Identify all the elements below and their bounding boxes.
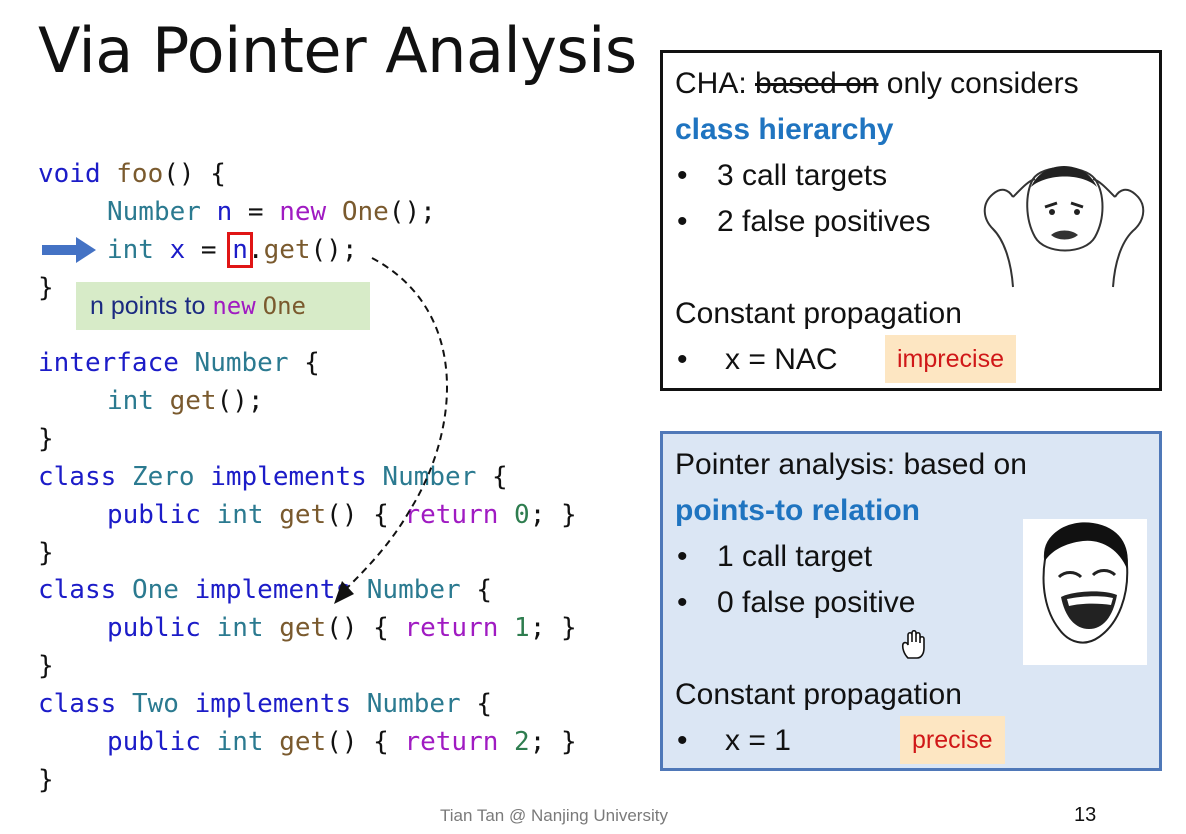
code-line-interface-method: int get(); bbox=[107, 382, 264, 420]
dispatch-arrow-icon bbox=[334, 257, 448, 604]
code-class-two-header: class Two implements Number { bbox=[38, 689, 492, 719]
code-line-1: void foo() { bbox=[38, 155, 226, 193]
slide-footer: Tian Tan @ Nanjing University bbox=[440, 806, 668, 825]
code-text: . bbox=[247, 235, 264, 265]
code-keyword: class bbox=[38, 575, 117, 605]
code-class: Two bbox=[131, 689, 179, 719]
cha-cp-title: Constant propagation bbox=[675, 297, 962, 330]
code-text: { bbox=[288, 348, 320, 378]
code-function: foo bbox=[116, 159, 164, 189]
code-keyword: implements bbox=[194, 689, 352, 719]
code-function: get bbox=[279, 727, 327, 757]
code-keyword: interface bbox=[38, 348, 179, 378]
code-class-zero-close: } bbox=[38, 538, 54, 568]
pointer-analysis-box: Pointer analysis: based on points-to rel… bbox=[660, 431, 1162, 771]
cha-struck-text: based on bbox=[755, 67, 879, 100]
code-number: 2 bbox=[514, 727, 530, 757]
pta-bullet-text: 0 false positive bbox=[717, 586, 916, 619]
code-class: Zero bbox=[131, 462, 195, 492]
code-type: Number bbox=[366, 689, 461, 719]
code-type: int bbox=[216, 613, 264, 643]
code-keyword: return bbox=[404, 727, 499, 757]
code-keyword: public bbox=[107, 727, 201, 757]
imprecise-badge: imprecise bbox=[885, 335, 1016, 383]
code-type: int bbox=[216, 727, 264, 757]
bullet-icon: • bbox=[677, 159, 688, 192]
cha-box: CHA: based on only considers class hiera… bbox=[660, 50, 1162, 391]
code-type: int bbox=[107, 235, 154, 265]
laughing-face-icon bbox=[1023, 519, 1147, 665]
bullet-icon: • bbox=[677, 343, 688, 376]
pta-label: Pointer analysis: based on bbox=[675, 448, 1027, 481]
code-keyword: public bbox=[107, 500, 201, 530]
code-class-two-close: } bbox=[38, 765, 54, 795]
page-number: 13 bbox=[1074, 804, 1097, 826]
current-line-arrow-icon bbox=[42, 237, 96, 263]
code-text: () { bbox=[163, 159, 226, 189]
code-type: int bbox=[107, 386, 154, 416]
note-class: One bbox=[262, 292, 306, 320]
bullet-icon: • bbox=[677, 540, 688, 573]
frustrated-face-icon bbox=[983, 166, 1145, 288]
bullet-icon: • bbox=[677, 586, 688, 619]
bullet-icon: • bbox=[677, 205, 688, 238]
note-keyword: new bbox=[212, 292, 256, 320]
code-number: 0 bbox=[514, 500, 530, 530]
bullet-icon: • bbox=[677, 724, 688, 757]
code-keyword: new bbox=[279, 197, 327, 227]
cha-suffix: only considers bbox=[878, 67, 1079, 100]
code-line-2: Number n = new One(); bbox=[107, 193, 436, 231]
code-text: (); bbox=[388, 197, 436, 227]
code-text: (); bbox=[216, 386, 264, 416]
code-class: One bbox=[131, 575, 179, 605]
code-keyword: class bbox=[38, 689, 117, 719]
code-class: One bbox=[341, 197, 389, 227]
code-keyword: public bbox=[107, 613, 201, 643]
code-line-4: } bbox=[38, 273, 54, 303]
cha-emphasis: class hierarchy bbox=[675, 113, 894, 146]
code-number: 1 bbox=[514, 613, 530, 643]
code-function: get bbox=[263, 235, 311, 265]
pta-bullet-text: 1 call target bbox=[717, 540, 873, 573]
cha-bullet-text: 2 false positives bbox=[717, 205, 931, 238]
precise-badge: precise bbox=[900, 716, 1005, 764]
cha-prefix: CHA: bbox=[675, 67, 756, 100]
cha-label: CHA: based on only considers bbox=[675, 61, 1147, 107]
code-keyword: void bbox=[38, 159, 101, 189]
code-class-two-method: public int get() { return 2; } bbox=[107, 727, 577, 757]
cha-bullet-text: 3 call targets bbox=[717, 159, 888, 192]
code-keyword: class bbox=[38, 462, 117, 492]
code-type: Number bbox=[107, 197, 201, 227]
pta-cp-value: x = 1 bbox=[725, 724, 791, 757]
note-text: n points to bbox=[90, 292, 213, 320]
hand-cursor-icon bbox=[901, 630, 925, 659]
code-type: Number bbox=[194, 348, 289, 378]
code-function: get bbox=[169, 386, 217, 416]
code-type: int bbox=[216, 500, 264, 530]
cha-cp-value: x = NAC bbox=[725, 343, 838, 376]
code-text: = bbox=[185, 235, 233, 265]
code-class-one-close: } bbox=[38, 651, 54, 681]
code-variable: n bbox=[216, 197, 233, 227]
slide-title: Via Pointer Analysis bbox=[38, 14, 637, 87]
code-text: = bbox=[232, 197, 280, 227]
code-line-interface: interface Number { bbox=[38, 344, 320, 382]
pta-cp-title: Constant propagation bbox=[675, 678, 962, 711]
code-line-interface-close: } bbox=[38, 424, 54, 454]
code-variable: x bbox=[169, 235, 186, 265]
